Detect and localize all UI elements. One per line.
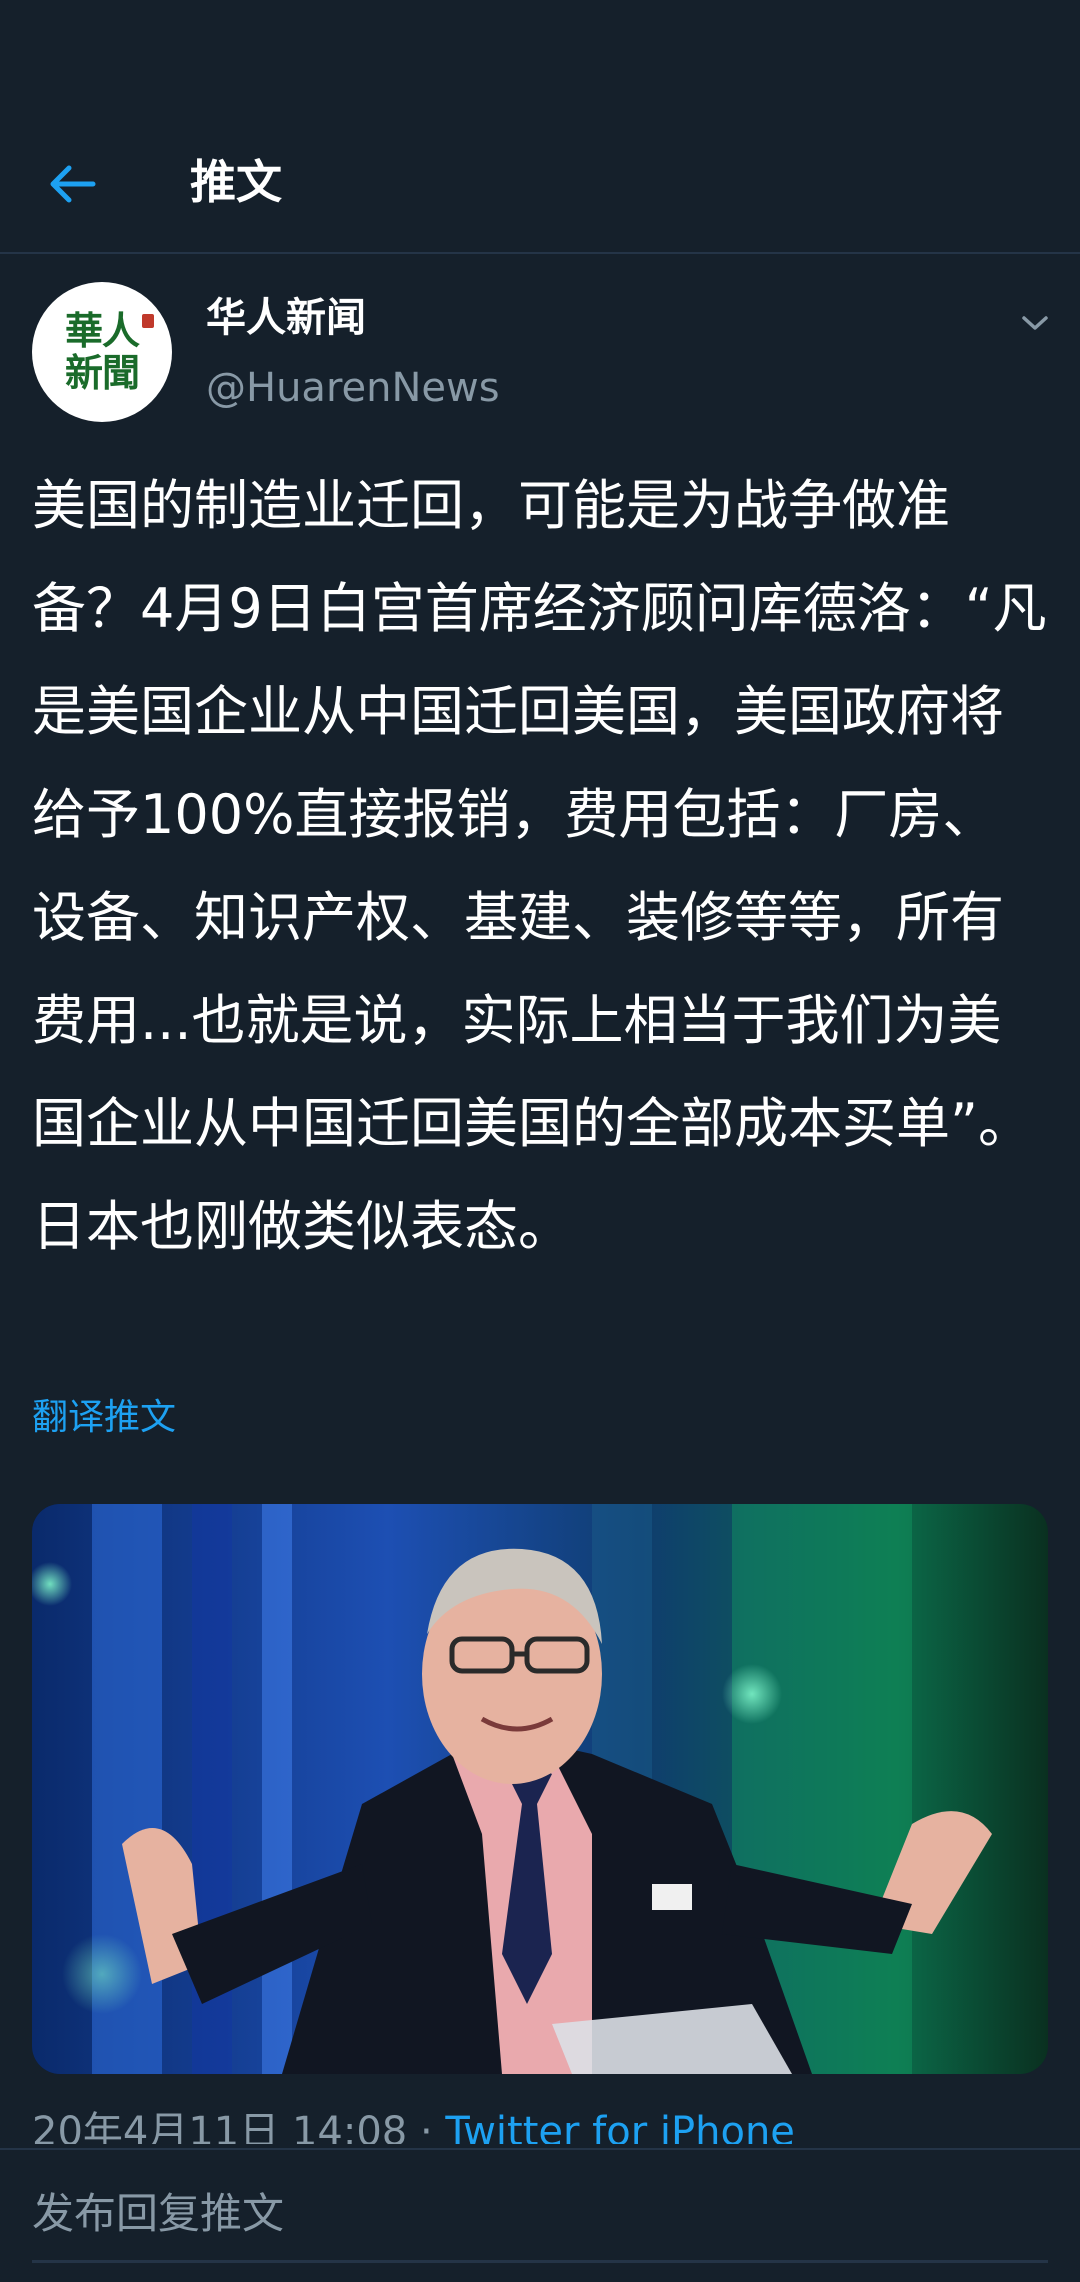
arrow-left-icon xyxy=(50,165,96,203)
tweet-meta: 20年4月11日 14:08 · Twitter for iPhone xyxy=(32,2106,795,2144)
chevron-down-icon xyxy=(1022,316,1048,330)
reply-input-underline xyxy=(32,2260,1048,2263)
tweet-photo[interactable] xyxy=(32,1504,1048,2074)
page-title: 推文 xyxy=(190,155,282,209)
avatar[interactable]: 華人 新聞 xyxy=(32,282,172,422)
back-button[interactable] xyxy=(36,148,108,220)
reply-bar: 发布回复推文 xyxy=(0,2148,1080,2282)
tweet-source-link[interactable]: Twitter for iPhone xyxy=(445,2109,795,2144)
avatar-text-line2: 新聞 xyxy=(64,350,140,395)
author-handle[interactable]: @HuarenNews xyxy=(206,362,500,414)
tweet-text: 美国的制造业迁回，可能是为战争做准备？4月9日白宫首席经济顾问库德洛：“凡是美国… xyxy=(32,474,1047,1258)
author-name[interactable]: 华人新闻 xyxy=(206,292,366,344)
avatar-seal xyxy=(142,314,154,328)
translate-tweet-link[interactable]: 翻译推文 xyxy=(32,1394,176,1442)
status-bar xyxy=(0,0,1080,112)
tweet-timestamp: 20年4月11日 14:08 · xyxy=(32,2109,446,2144)
photo-image xyxy=(32,1504,1048,2074)
avatar-text-line1: 華人 xyxy=(64,308,140,353)
top-app-bar: 推文 xyxy=(0,112,1080,254)
tweet-menu-button[interactable] xyxy=(1010,298,1060,348)
tweet-detail: 華人 新聞 华人新闻 @HuarenNews 美国的制造业迁回，可能是为战争做准… xyxy=(0,254,1080,2144)
reply-input[interactable]: 发布回复推文 xyxy=(32,2186,284,2242)
